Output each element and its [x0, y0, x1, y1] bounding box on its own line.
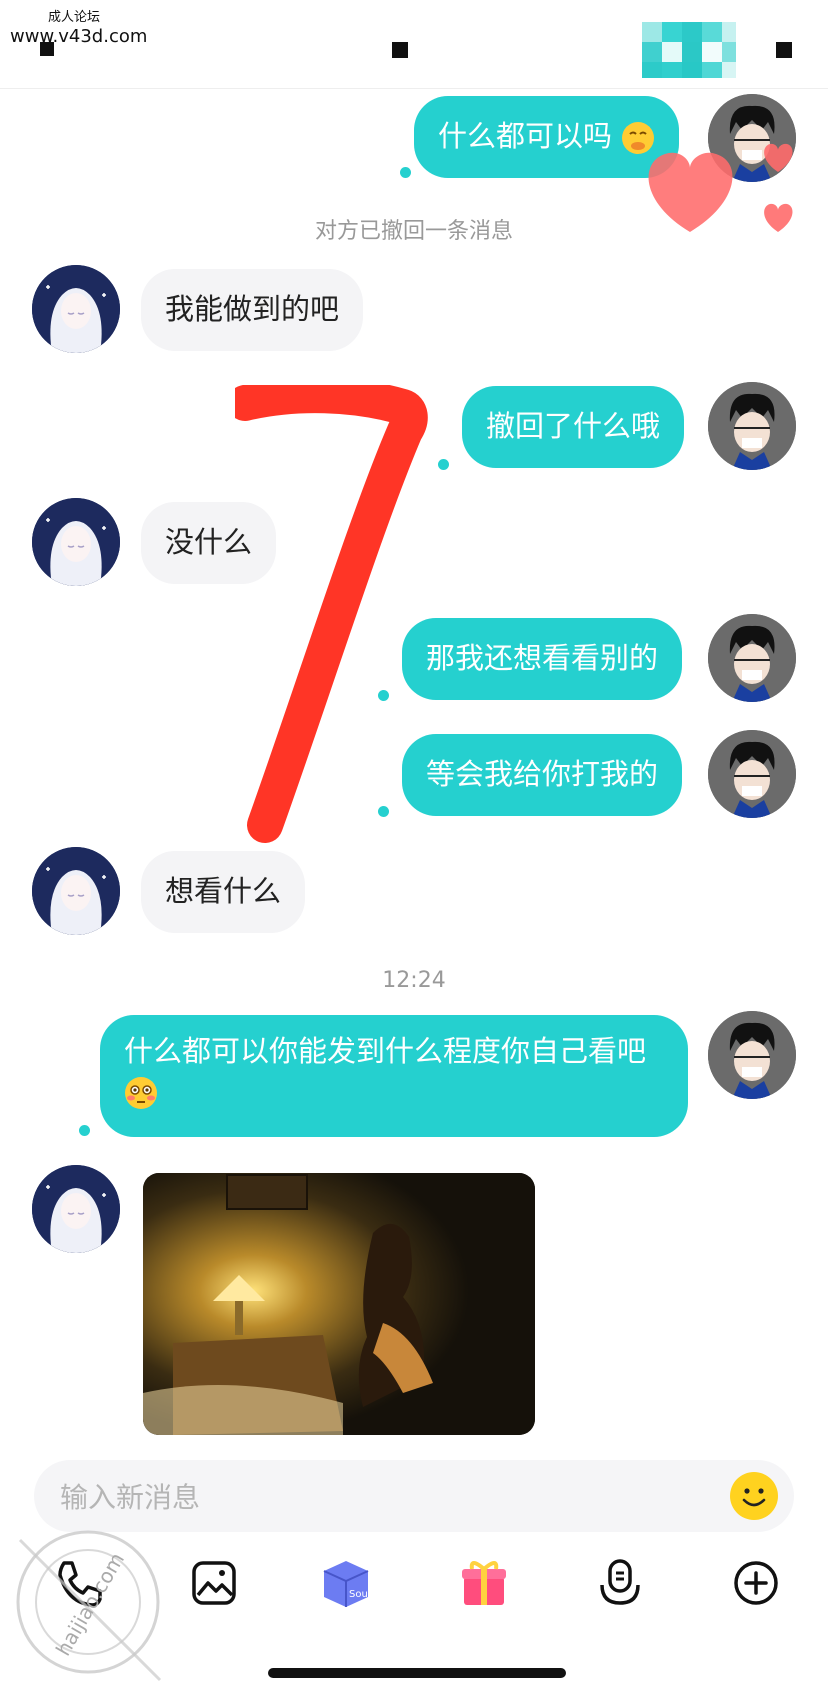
back-icon[interactable] — [40, 42, 54, 56]
message-input[interactable] — [58, 1460, 702, 1534]
read-dot — [79, 1125, 90, 1136]
message-text: 什么都可以吗 — [438, 119, 613, 153]
message-text: 等会我给你打我的 — [426, 757, 659, 791]
contact-avatar[interactable] — [32, 498, 120, 586]
message-bubble-them[interactable]: 没什么 — [141, 502, 277, 584]
read-dot — [400, 167, 411, 178]
soul-label: Soul — [349, 1589, 371, 1600]
voice-icon[interactable] — [592, 1555, 648, 1611]
my-avatar[interactable] — [708, 730, 796, 818]
flushed-face-icon — [124, 1076, 158, 1110]
message-input-bar — [34, 1460, 794, 1534]
read-dot — [378, 806, 389, 817]
top-bar: 成人论坛 www.v43d.com — [0, 0, 828, 89]
message-bubble-me[interactable]: 等会我给你打我的 — [402, 734, 683, 816]
message-text: 想看什么 — [165, 874, 282, 908]
phone-icon[interactable] — [48, 1555, 104, 1611]
message-text: 没什么 — [165, 525, 253, 559]
watermark-top: 成人论坛 — [48, 10, 101, 25]
image-icon[interactable] — [186, 1555, 242, 1611]
message-text: 我能做到的吧 — [165, 292, 340, 326]
message-bubble-me[interactable]: 撤回了什么哦 — [462, 386, 685, 468]
soul-box-icon[interactable]: Soul — [318, 1555, 374, 1611]
my-avatar[interactable] — [708, 382, 796, 470]
contact-name-mosaic — [642, 22, 742, 82]
message-bubble-me[interactable]: 那我还想看看别的 — [402, 618, 683, 700]
message-bubble-them[interactable]: 想看什么 — [141, 851, 306, 933]
message-bubble-me[interactable]: 什么都可以你能发到什么程度你自己看吧 — [100, 1015, 688, 1137]
timestamp: 12:24 — [382, 968, 446, 993]
recall-notice: 对方已撤回一条消息 — [314, 219, 513, 244]
contact-avatar[interactable] — [32, 265, 120, 353]
emoji-button-icon[interactable] — [730, 1472, 778, 1520]
read-dot — [438, 459, 449, 470]
message-text: 那我还想看看别的 — [426, 641, 659, 675]
my-avatar[interactable] — [708, 614, 796, 702]
gift-icon[interactable] — [456, 1555, 512, 1611]
my-avatar[interactable] — [708, 1011, 796, 1099]
read-dot — [378, 690, 389, 701]
watermark-url: www.v43d.com — [10, 26, 148, 47]
plus-icon[interactable] — [728, 1555, 784, 1611]
shared-photo[interactable] — [143, 1173, 535, 1435]
more-icon[interactable] — [776, 42, 792, 58]
title-mark — [392, 42, 408, 58]
message-text: 撤回了什么哦 — [486, 409, 661, 443]
message-bubble-them[interactable]: 我能做到的吧 — [141, 269, 364, 351]
contact-avatar[interactable] — [32, 847, 120, 935]
contact-avatar[interactable] — [32, 1165, 120, 1253]
home-indicator[interactable] — [268, 1668, 566, 1678]
message-text: 什么都可以你能发到什么程度你自己看吧 — [124, 1034, 647, 1068]
